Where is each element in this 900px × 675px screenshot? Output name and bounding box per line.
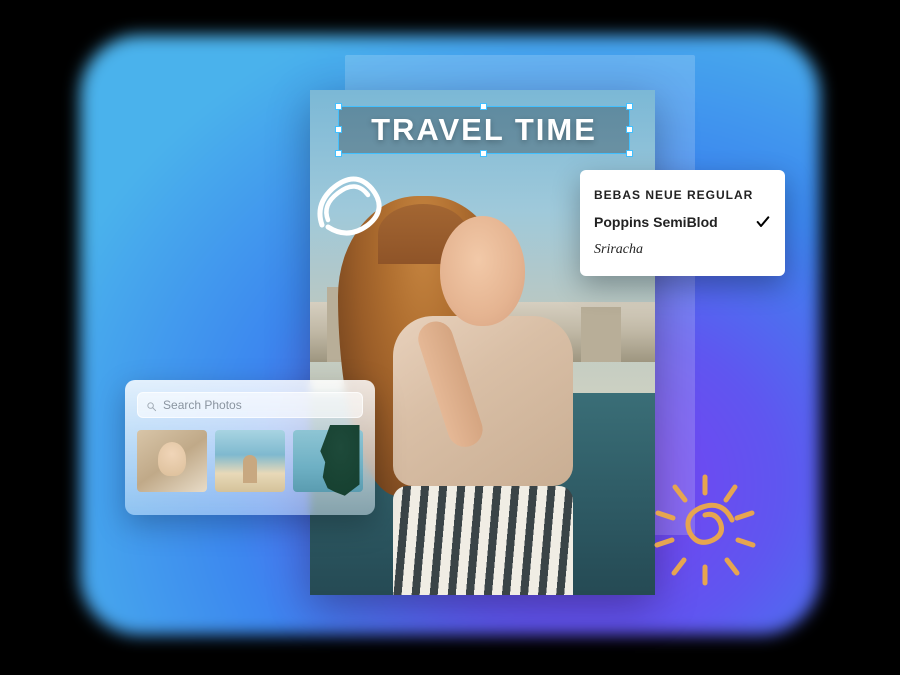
thumbnail-row: [137, 430, 363, 492]
font-option-label: Poppins SemiBlod: [594, 214, 718, 230]
headline-text-box[interactable]: TRAVEL TIME: [338, 106, 630, 154]
selection-handle-icon[interactable]: [335, 103, 342, 110]
font-option[interactable]: BEBAS NEUE REGULAR: [594, 182, 771, 208]
head: [440, 216, 525, 326]
pants: [393, 486, 573, 595]
selection-handle-icon[interactable]: [335, 150, 342, 157]
design-canvas[interactable]: [310, 90, 655, 595]
font-option-label: BEBAS NEUE REGULAR: [594, 188, 753, 202]
photo-person: [378, 216, 588, 595]
checkmark-icon: [755, 214, 771, 230]
sun-doodle-icon: [640, 465, 770, 595]
photo-search-panel: [125, 380, 375, 515]
font-option[interactable]: Sriracha: [594, 236, 771, 264]
selection-handle-icon[interactable]: [626, 126, 633, 133]
white-scribble-icon: [310, 175, 390, 240]
headline-text: TRAVEL TIME: [371, 112, 597, 148]
selection-handle-icon[interactable]: [480, 103, 487, 110]
search-bar[interactable]: [137, 392, 363, 418]
photo-thumbnail[interactable]: [215, 430, 285, 492]
photo-thumbnail[interactable]: [137, 430, 207, 492]
font-picker-panel: BEBAS NEUE REGULAR Poppins SemiBlod Srir…: [580, 170, 785, 276]
font-option[interactable]: Poppins SemiBlod: [594, 208, 771, 236]
search-icon: [146, 399, 157, 411]
selection-handle-icon[interactable]: [626, 103, 633, 110]
font-option-label: Sriracha: [594, 242, 643, 258]
search-input[interactable]: [163, 398, 354, 412]
photo-thumbnail[interactable]: [293, 430, 363, 492]
selection-handle-icon[interactable]: [626, 150, 633, 157]
selection-handle-icon[interactable]: [335, 126, 342, 133]
selection-handle-icon[interactable]: [480, 150, 487, 157]
